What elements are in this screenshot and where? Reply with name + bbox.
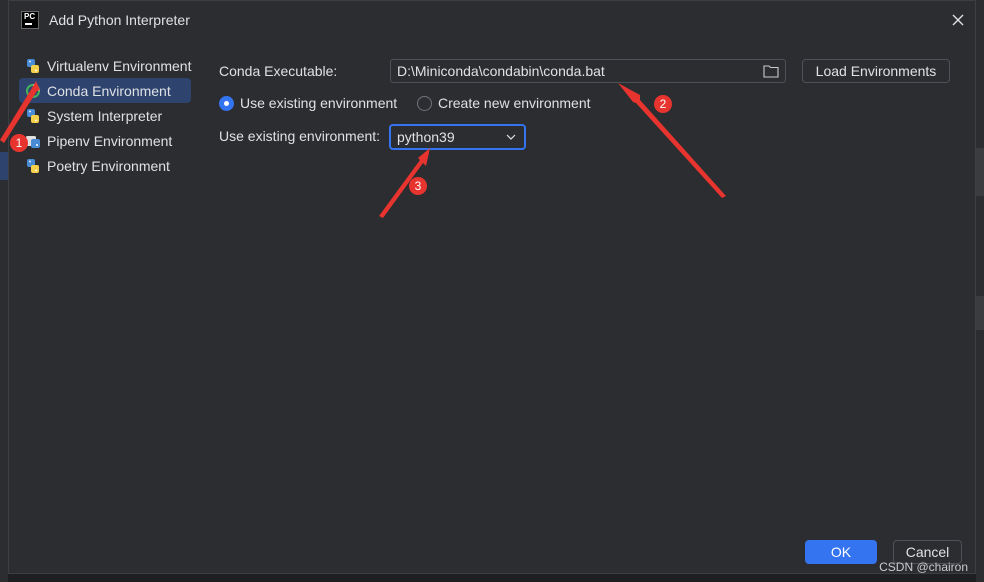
background-mark xyxy=(976,296,984,330)
annotation-badge-1: 1 xyxy=(10,134,28,152)
background-selection xyxy=(0,152,8,180)
sidebar-item-pipenv[interactable]: Pipenv Environment xyxy=(19,128,191,153)
python-icon xyxy=(27,158,39,173)
close-icon[interactable] xyxy=(949,11,967,29)
sidebar-item-label: Virtualenv Environment xyxy=(47,57,192,74)
sidebar-item-conda[interactable]: Conda Environment xyxy=(19,78,191,103)
annotation-badge-2: 2 xyxy=(654,95,672,113)
conda-icon xyxy=(26,83,40,98)
logo-bar xyxy=(25,23,32,25)
sidebar-item-label: Pipenv Environment xyxy=(47,132,173,149)
dialog-title: Add Python Interpreter xyxy=(49,12,190,28)
add-interpreter-dialog: PC Add Python Interpreter Virtualenv Env… xyxy=(8,0,976,574)
background-mark xyxy=(976,148,984,196)
environment-select-value: python39 xyxy=(397,129,455,145)
use-existing-radio[interactable] xyxy=(219,96,234,111)
conda-executable-value: D:\Miniconda\condabin\conda.bat xyxy=(397,63,605,79)
background-window-strip-left xyxy=(0,0,8,582)
sidebar-item-label: System Interpreter xyxy=(47,107,163,124)
ok-button[interactable]: OK xyxy=(805,540,877,564)
create-new-radio[interactable] xyxy=(417,96,432,111)
sidebar-item-label: Conda Environment xyxy=(47,82,171,99)
conda-executable-field[interactable]: D:\Miniconda\condabin\conda.bat xyxy=(390,59,786,83)
use-existing-radio-label[interactable]: Use existing environment xyxy=(240,95,397,111)
title-bar: PC Add Python Interpreter xyxy=(9,1,975,39)
sidebar-item-label: Poetry Environment xyxy=(47,157,170,174)
existing-environment-label: Use existing environment: xyxy=(219,128,381,144)
annotation-badge-3: 3 xyxy=(409,177,427,195)
python-icon xyxy=(27,108,39,123)
pycharm-logo-icon: PC xyxy=(21,11,39,29)
sidebar-item-virtualenv[interactable]: Virtualenv Environment xyxy=(19,53,191,78)
watermark-text: CSDN @chairon xyxy=(879,560,968,574)
chevron-down-icon xyxy=(506,134,516,140)
logo-text: PC xyxy=(24,12,36,21)
folder-icon[interactable] xyxy=(763,64,779,78)
load-environments-button[interactable]: Load Environments xyxy=(802,59,950,83)
sidebar-item-poetry[interactable]: Poetry Environment xyxy=(19,153,191,178)
sidebar-item-system-interpreter[interactable]: System Interpreter xyxy=(19,103,191,128)
background-window-strip-right xyxy=(976,0,984,582)
conda-executable-label: Conda Executable: xyxy=(219,63,338,79)
python-icon xyxy=(27,58,39,73)
environment-select[interactable]: python39 xyxy=(389,124,526,150)
create-new-radio-label[interactable]: Create new environment xyxy=(438,95,591,111)
environment-type-list: Virtualenv Environment Conda Environment… xyxy=(19,53,191,178)
